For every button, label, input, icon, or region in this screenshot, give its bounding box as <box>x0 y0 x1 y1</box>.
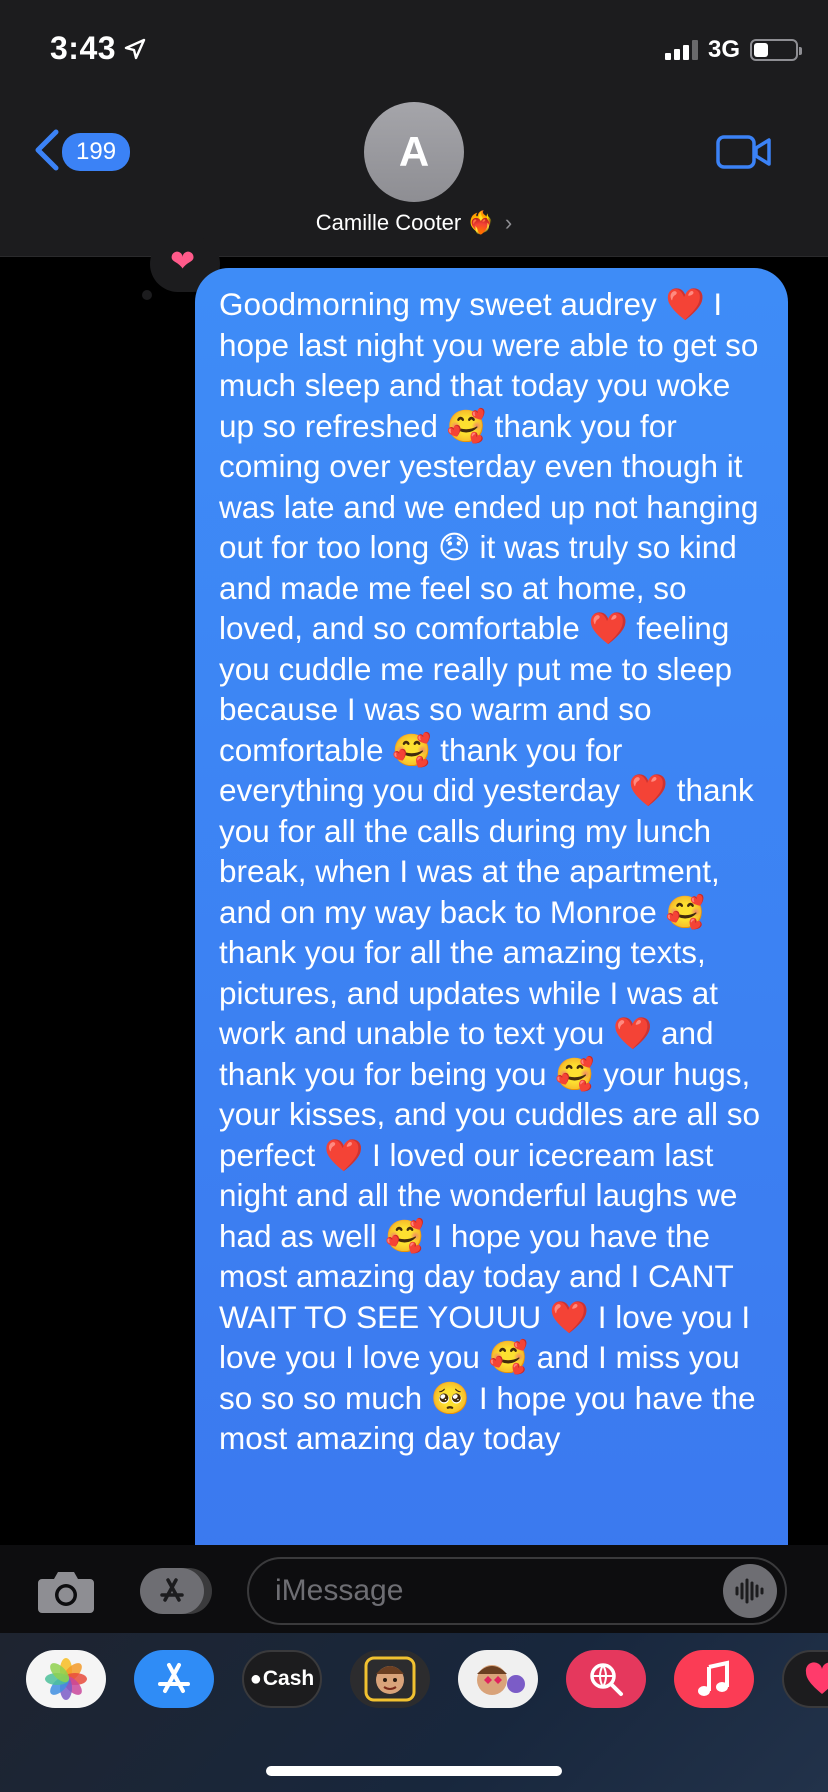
network-type: 3G <box>707 36 740 63</box>
apple-cash-label: Cash <box>262 1667 315 1690</box>
status-time-text: 3:43 <box>50 30 117 66</box>
contact-chevron-icon: › <box>504 210 513 235</box>
memoji-icon <box>364 1656 416 1702</box>
facetime-video-icon[interactable] <box>716 134 772 170</box>
audio-message-button[interactable] <box>723 1564 777 1618</box>
heart-icon <box>805 1662 828 1694</box>
unread-count-badge[interactable]: 199 <box>62 133 131 171</box>
contact-name-button[interactable]: Camille Cooter ❤️‍🔥 › <box>0 210 828 236</box>
photos-icon <box>45 1658 87 1700</box>
music-app-button[interactable] <box>674 1650 754 1708</box>
memoji-stickers-icon <box>477 1665 525 1695</box>
back-chevron-icon[interactable] <box>32 128 62 172</box>
app-store-app-button[interactable] <box>134 1650 214 1708</box>
imessage-placeholder: iMessage <box>275 1574 404 1607</box>
apple-cash-app-button[interactable]: ● Cash <box>242 1650 322 1708</box>
app-store-button[interactable] <box>140 1568 212 1614</box>
contact-name-emoji: ❤️‍🔥 <box>467 210 495 235</box>
tapback-tail <box>142 290 152 300</box>
messages-screen: 3:43 3G 199 A Camille Cooter ❤️‍🔥 › <box>0 0 828 1792</box>
tapback-heart-icon: ❤ <box>170 245 196 278</box>
waveform-icon <box>735 1578 764 1604</box>
conversation-header: 3:43 3G 199 A Camille Cooter ❤️‍🔥 › <box>0 0 828 257</box>
apple-logo-icon: ● <box>249 1667 262 1690</box>
photos-app-button[interactable] <box>26 1650 106 1708</box>
battery-level <box>754 43 768 57</box>
status-time: 3:43 <box>50 30 146 67</box>
message-text: Goodmorning my sweet audrey ❤️ I hope la… <box>219 286 761 1456</box>
music-icon <box>698 1660 729 1696</box>
home-indicator[interactable] <box>266 1766 562 1776</box>
battery-icon <box>750 39 802 61</box>
contact-name: Camille Cooter <box>315 210 462 235</box>
cellular-signal-icon <box>664 40 698 60</box>
avatar-initial: A <box>398 128 430 175</box>
memoji-app-button[interactable] <box>350 1650 430 1708</box>
web-search-app-button[interactable] <box>566 1650 646 1708</box>
location-arrow-icon <box>124 38 146 59</box>
memoji-stickers-app-button[interactable] <box>458 1650 538 1708</box>
sent-message-bubble[interactable]: Goodmorning my sweet audrey ❤️ I hope la… <box>195 268 788 1568</box>
camera-icon[interactable] <box>36 1567 96 1615</box>
contact-avatar[interactable]: A <box>364 102 464 202</box>
app-store-icon <box>160 1578 184 1602</box>
app-store-icon <box>158 1663 190 1693</box>
status-indicators: 3G <box>664 36 802 64</box>
imessage-input[interactable]: iMessage <box>247 1557 787 1625</box>
web-search-icon <box>590 1663 623 1696</box>
